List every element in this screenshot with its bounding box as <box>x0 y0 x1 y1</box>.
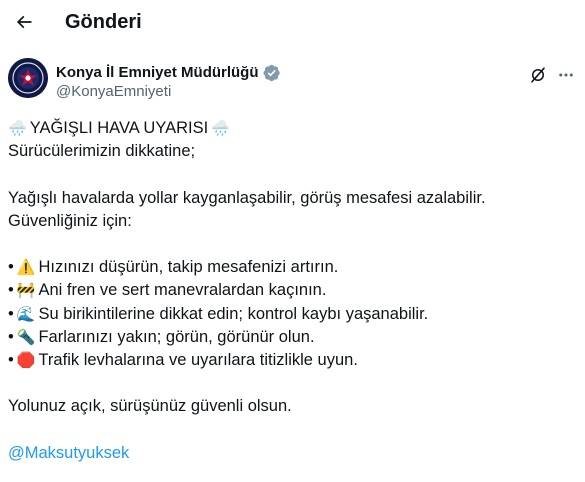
rain-cloud-icon: 🌧️ <box>8 120 27 137</box>
rain-cloud-icon: 🌧️ <box>211 120 230 137</box>
list-item-text: Trafik levhalarına ve uyarılara titizlik… <box>38 350 358 369</box>
more-dots-icon <box>559 73 573 77</box>
top-bar: Gönderi <box>0 0 585 46</box>
verified-badge-icon <box>263 64 280 82</box>
construction-barrier-icon: 🚧 <box>16 282 36 300</box>
tweet-line: Sürücülerimizin dikkatine; <box>8 142 196 161</box>
mention-link[interactable]: @Maksutyuksek <box>8 444 129 462</box>
display-name[interactable]: Konya İl Emniyet Müdürlüğü <box>56 64 259 82</box>
author-handle[interactable]: @KonyaEmniyeti <box>56 83 171 101</box>
list-item: • 🔦 Farlarınızı yakın; görün, görünür olun… <box>8 326 578 349</box>
list-item-text: Farlarınızı yakın; görün, görünür olun. <box>38 327 315 346</box>
list-item-text: Su birikintilerine dikkat edin; kontrol … <box>38 304 429 323</box>
grok-button[interactable] <box>527 64 549 86</box>
tweet-text: 🌧️ YAĞIŞLI HAVA UYARISI 🌧️ Sürücülerimizin… <box>8 117 578 465</box>
bullet: • <box>8 327 14 346</box>
tweet-title: YAĞIŞLI HAVA UYARISI <box>29 119 209 137</box>
page-title: Gönderi <box>65 11 142 33</box>
list-item: • 🚧 Ani fren ve sert manevralardan kaçının… <box>8 279 578 302</box>
police-emblem <box>8 58 48 98</box>
list-item: • 🌊 Su birikintilerine dikkat edin; kontro… <box>8 303 578 326</box>
bullet: • <box>8 304 14 323</box>
stop-sign-icon: 🛑 <box>16 351 36 369</box>
list-item-text: Hızınızı düşürün, takip mesafenizi artır… <box>38 258 339 277</box>
bullet: • <box>8 258 14 277</box>
grok-icon <box>531 67 545 83</box>
warning-icon: ⚠️ <box>16 259 36 277</box>
bullet: • <box>8 281 14 300</box>
bullet: • <box>8 350 14 369</box>
list-item: • ⚠️ Hızınızı düşürün, takip mesafenizi ar… <box>8 256 578 279</box>
tweet-line: Yağışlı havalarda yollar kayganlaşabilir… <box>8 188 486 207</box>
author-name-row[interactable]: Konya İl Emniyet Müdürlüğü <box>56 64 281 82</box>
tweet-line: Güvenliğiniz için: <box>8 211 132 230</box>
closing-line: Yolunuz açık, sürüşünüz güvenli olsun. <box>8 397 292 416</box>
arrow-left-icon <box>16 15 32 29</box>
more-button[interactable] <box>555 64 577 86</box>
water-wave-icon: 🌊 <box>16 305 36 323</box>
tweet-header: Konya İl Emniyet Müdürlüğü @KonyaEmniyet… <box>0 58 585 108</box>
flashlight-icon: 🔦 <box>16 328 36 346</box>
back-button[interactable] <box>6 4 42 40</box>
avatar[interactable] <box>8 58 48 98</box>
tweet-title-line: 🌧️ YAĞIŞLI HAVA UYARISI 🌧️ <box>8 117 578 140</box>
list-item: • 🛑 Trafik levhalarına ve uyarılara titizl… <box>8 349 578 372</box>
list-item-text: Ani fren ve sert manevralardan kaçının. <box>38 281 327 300</box>
